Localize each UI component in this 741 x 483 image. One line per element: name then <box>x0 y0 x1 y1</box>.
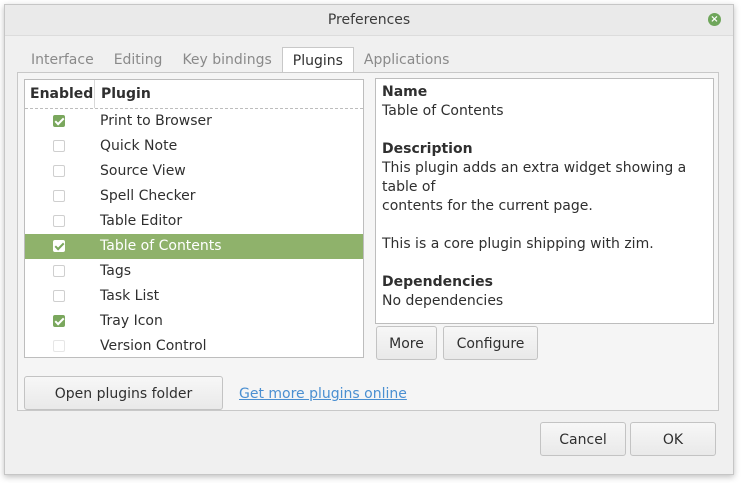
plugin-row[interactable]: Print to Browser <box>25 109 363 134</box>
plugin-name: Table Editor <box>100 213 183 229</box>
tab-interface[interactable]: Interface <box>21 47 104 73</box>
plugin-name: Source View <box>100 163 186 179</box>
tab-applications[interactable]: Applications <box>354 47 460 73</box>
enabled-checkbox[interactable] <box>53 290 65 302</box>
plugin-name: Print to Browser <box>100 113 212 129</box>
enabled-checkbox[interactable] <box>53 165 65 177</box>
description-line: contents for the current page. <box>382 198 593 214</box>
enabled-checkbox[interactable] <box>53 190 65 202</box>
close-icon[interactable]: × <box>708 13 721 26</box>
tab-editing[interactable]: Editing <box>104 47 173 73</box>
dependencies-heading: Dependencies <box>382 274 494 290</box>
plugin-row[interactable]: Quick Note <box>25 134 363 159</box>
preferences-window: Preferences × Interface Editing Key bind… <box>4 4 734 475</box>
plugin-name: Task List <box>100 288 160 304</box>
get-more-plugins-link[interactable]: Get more plugins online <box>239 386 407 402</box>
dependencies-value: No dependencies <box>382 293 504 309</box>
plugin-list[interactable]: Enabled Plugin Print to Browser Quick No… <box>24 79 364 358</box>
plugin-row-selected[interactable]: Table of Contents <box>25 234 363 259</box>
plugin-name: Tray Icon <box>100 313 163 329</box>
column-header-plugin[interactable]: Plugin <box>95 80 363 108</box>
titlebar: Preferences × <box>5 5 733 36</box>
tab-key-bindings[interactable]: Key bindings <box>172 47 281 73</box>
ok-button[interactable]: OK <box>630 422 716 456</box>
list-header: Enabled Plugin <box>25 80 363 109</box>
window-title: Preferences <box>327 12 411 28</box>
name-heading: Name <box>382 84 428 100</box>
description-line: table of <box>382 179 436 195</box>
plugins-page: Enabled Plugin Print to Browser Quick No… <box>17 72 719 411</box>
plugin-row[interactable]: Tray Icon <box>25 309 363 334</box>
plugin-row[interactable]: Table Editor <box>25 209 363 234</box>
plugin-name: Spell Checker <box>100 188 196 204</box>
plugin-row[interactable]: Spell Checker <box>25 184 363 209</box>
enabled-checkbox[interactable] <box>53 140 65 152</box>
plugin-name: Tags <box>100 263 131 279</box>
plugin-name: Quick Note <box>100 138 178 154</box>
tab-bar: Interface Editing Key bindings Plugins A… <box>21 47 460 74</box>
enabled-checkbox[interactable] <box>53 215 65 227</box>
enabled-checkbox[interactable] <box>53 315 65 327</box>
cancel-button[interactable]: Cancel <box>540 422 626 456</box>
description-line: This is a core plugin shipping with zim. <box>382 236 654 252</box>
enabled-checkbox[interactable] <box>53 240 65 252</box>
more-button[interactable]: More <box>376 326 437 360</box>
enabled-checkbox[interactable] <box>53 265 65 277</box>
name-value: Table of Contents <box>382 103 504 119</box>
configure-button[interactable]: Configure <box>443 326 538 360</box>
enabled-checkbox[interactable] <box>53 115 65 127</box>
tab-plugins[interactable]: Plugins <box>281 47 354 74</box>
description-heading: Description <box>382 141 473 157</box>
plugin-row[interactable]: Task List <box>25 284 363 309</box>
plugin-name: Table of Contents <box>100 238 222 254</box>
plugin-name: Version Control <box>100 338 207 354</box>
plugin-row[interactable]: Version Control <box>25 334 363 357</box>
plugin-row[interactable]: Source View <box>25 159 363 184</box>
column-header-enabled[interactable]: Enabled <box>25 80 95 108</box>
description-line: This plugin adds an extra widget showing… <box>382 160 687 176</box>
plugin-row[interactable]: Tags <box>25 259 363 284</box>
open-plugins-folder-button[interactable]: Open plugins folder <box>24 376 223 410</box>
enabled-checkbox[interactable] <box>53 340 65 352</box>
plugin-details: Name Table of Contents Description This … <box>375 78 714 324</box>
